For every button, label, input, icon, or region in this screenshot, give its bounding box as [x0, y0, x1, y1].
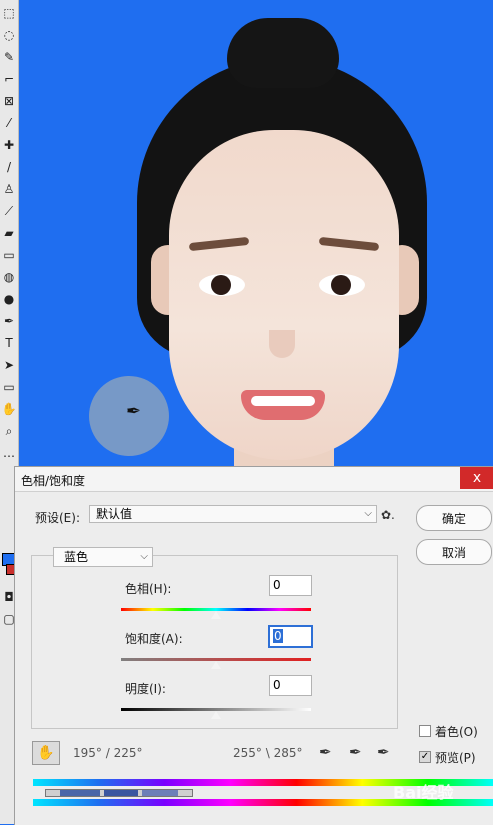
zoom-tool-icon[interactable]: ⌕ [0, 420, 18, 442]
shape-tool-icon[interactable]: ▭ [0, 376, 18, 398]
document-canvas[interactable]: ✒ [19, 0, 493, 470]
slice-tool-icon[interactable]: ⊠ [0, 90, 18, 112]
saturation-label: 饱和度(A): [125, 632, 183, 646]
saturation-value: 0 [273, 629, 283, 643]
eraser-tool-icon[interactable]: ▰ [0, 222, 18, 244]
dodge-tool-icon[interactable]: ● [0, 288, 18, 310]
lasso-tool-icon[interactable]: ◌ [0, 24, 18, 46]
range-segment[interactable] [104, 790, 138, 796]
chevron-down-icon: ⌵ [140, 551, 148, 562]
hue-saturation-dialog: 色相/饱和度 x 预设(E): 默认值 ⌵ ✿. 确定 取消 蓝色 ⌵ 色相(H… [14, 466, 493, 825]
close-button[interactable]: x [460, 467, 493, 489]
brush-tool-icon[interactable]: / [0, 156, 18, 178]
gradient-tool-icon[interactable]: ▭ [0, 244, 18, 266]
saturation-slider-thumb[interactable] [211, 661, 221, 669]
eyedropper-cursor-icon: ✒ [126, 401, 142, 422]
gear-icon[interactable]: ✿. [381, 508, 395, 522]
quick-select-tool-icon[interactable]: ✎ [0, 46, 18, 68]
hue-slider-thumb[interactable] [211, 611, 221, 619]
hand-icon[interactable]: ✋ [32, 741, 60, 765]
range-segment[interactable] [142, 790, 178, 796]
eyedropper-plus-icon[interactable]: ✒ [349, 743, 362, 761]
more-tools-icon[interactable]: … [0, 442, 18, 464]
watermark-logo: Bai经验 [393, 783, 454, 802]
range-right-readout: 255° \ 285° [233, 746, 303, 760]
dialog-titlebar[interactable]: 色相/饱和度 x [15, 467, 493, 492]
eyedropper-minus-icon[interactable]: ✒ [377, 743, 390, 761]
history-brush-tool-icon[interactable]: ⟋ [0, 200, 18, 222]
preview-checkbox[interactable]: ✓ [419, 751, 431, 763]
eyedropper-tool-icon[interactable]: ⁄ [0, 112, 18, 134]
preview-label: 预览(P) [435, 751, 476, 765]
portrait-left-eye [199, 274, 245, 296]
portrait-nose [269, 330, 295, 358]
pen-tool-icon[interactable]: ✒ [0, 310, 18, 332]
hue-input[interactable]: 0 [269, 575, 312, 596]
eyedropper-icon[interactable]: ✒ [319, 743, 332, 761]
lightness-input[interactable]: 0 [269, 675, 312, 696]
ok-button[interactable]: 确定 [416, 505, 492, 531]
portrait-teeth [251, 396, 315, 406]
hand-tool-icon[interactable]: ✋ [0, 398, 18, 420]
blur-tool-icon[interactable]: ◍ [0, 266, 18, 288]
type-tool-icon[interactable]: T [0, 332, 18, 354]
path-select-tool-icon[interactable]: ➤ [0, 354, 18, 376]
range-left-readout: 195° / 225° [73, 746, 143, 760]
portrait-hair-bun [227, 18, 339, 88]
stamp-tool-icon[interactable]: ♙ [0, 178, 18, 200]
preset-value: 默认值 [96, 507, 133, 521]
dialog-title: 色相/饱和度 [21, 474, 86, 488]
colorize-checkbox[interactable] [419, 725, 431, 737]
saturation-input[interactable]: 0 [268, 625, 313, 648]
preset-label: 预设(E): [35, 511, 80, 525]
channel-value: 蓝色 [64, 550, 89, 564]
portrait-right-eye [319, 274, 365, 296]
crop-tool-icon[interactable]: ⌐ [0, 68, 18, 90]
marquee-tool-icon[interactable]: ⬚ [0, 2, 18, 24]
lightness-label: 明度(I): [125, 682, 166, 696]
cancel-button[interactable]: 取消 [416, 539, 492, 565]
range-segment[interactable] [60, 790, 100, 796]
adjustment-group [31, 555, 398, 729]
color-range-selector[interactable] [45, 789, 193, 797]
lightness-slider-thumb[interactable] [211, 711, 221, 719]
preset-dropdown[interactable]: 默认值 ⌵ [89, 505, 377, 523]
chevron-down-icon: ⌵ [364, 508, 372, 519]
channel-dropdown[interactable]: 蓝色 ⌵ [53, 547, 153, 567]
hue-label: 色相(H): [125, 582, 172, 596]
colorize-label: 着色(O) [435, 725, 478, 739]
healing-tool-icon[interactable]: ✚ [0, 134, 18, 156]
